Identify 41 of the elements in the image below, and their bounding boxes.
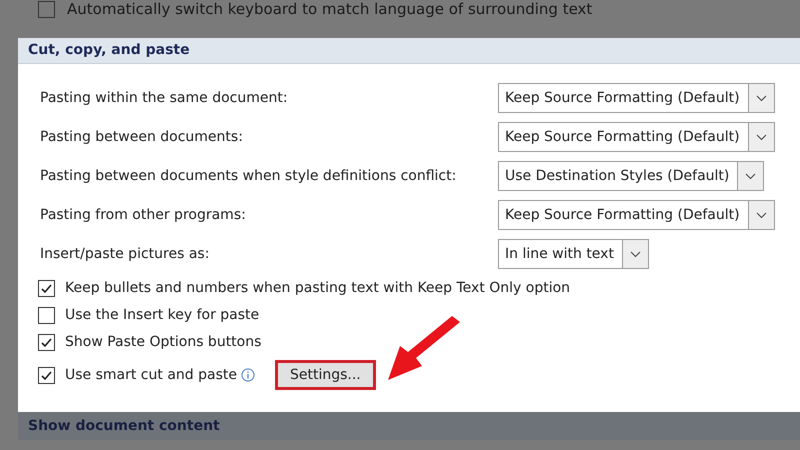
dropdown-value: Keep Source Formatting (Default)	[504, 88, 741, 108]
dropdown[interactable]: Keep Source Formatting (Default)	[498, 200, 775, 230]
check-icon	[40, 368, 53, 382]
option-label: Automatically switch keyboard to match language of surrounding text	[67, 1, 592, 18]
option-label: Keep bullets and numbers when pasting text with Keep Text Only option	[65, 278, 570, 298]
chevron-down-icon	[756, 134, 767, 140]
dropdown-button[interactable]	[737, 162, 764, 190]
dropdown-value: Keep Source Formatting (Default)	[504, 128, 741, 146]
dropdown-button[interactable]	[748, 123, 774, 151]
dropdown-label: Pasting from other programs:	[40, 206, 247, 224]
dropdown-label: Pasting within the same document:	[40, 88, 289, 108]
dropdown[interactable]: Use Destination Styles (Default)	[498, 161, 764, 191]
chevron-down-icon	[745, 172, 756, 180]
option-label: Use the Insert key for paste	[65, 306, 260, 324]
chevron-down-icon	[756, 94, 767, 102]
checkbox[interactable]	[38, 334, 55, 350]
dropdown-button[interactable]	[748, 84, 774, 112]
dropdown-value: In line with text	[504, 244, 615, 264]
dropdown-button[interactable]	[622, 240, 648, 268]
dropdown-label: Pasting between documents:	[40, 128, 244, 146]
dropdown-value: Keep Source Formatting (Default)	[504, 206, 741, 224]
check-icon	[40, 282, 53, 294]
section-header: Cut, copy, and paste	[18, 38, 800, 64]
dropdown-label: Insert/paste pictures as:	[40, 244, 210, 264]
dropdown[interactable]: Keep Source Formatting (Default)	[498, 122, 775, 152]
settings-button[interactable]: Settings...	[274, 360, 376, 390]
chevron-down-icon	[756, 212, 767, 218]
checkbox[interactable]	[38, 280, 55, 296]
dropdown-button[interactable]	[748, 201, 774, 229]
checkbox[interactable]	[38, 366, 55, 384]
section-header: Show document content	[18, 412, 800, 440]
option-label: Show Paste Options buttons	[65, 332, 262, 352]
dropdown-value: Use Destination Styles (Default)	[504, 166, 730, 186]
checkbox[interactable]	[38, 306, 55, 324]
option-label: Use smart cut and paste	[65, 366, 237, 384]
dropdown-label: Pasting between documents when style definitions conflict:	[40, 166, 458, 186]
dropdown[interactable]: Keep Source Formatting (Default)	[498, 83, 775, 113]
check-icon	[40, 336, 53, 348]
checkbox[interactable]	[38, 1, 55, 18]
chevron-down-icon	[630, 250, 641, 258]
dropdown[interactable]: In line with text	[498, 239, 649, 269]
